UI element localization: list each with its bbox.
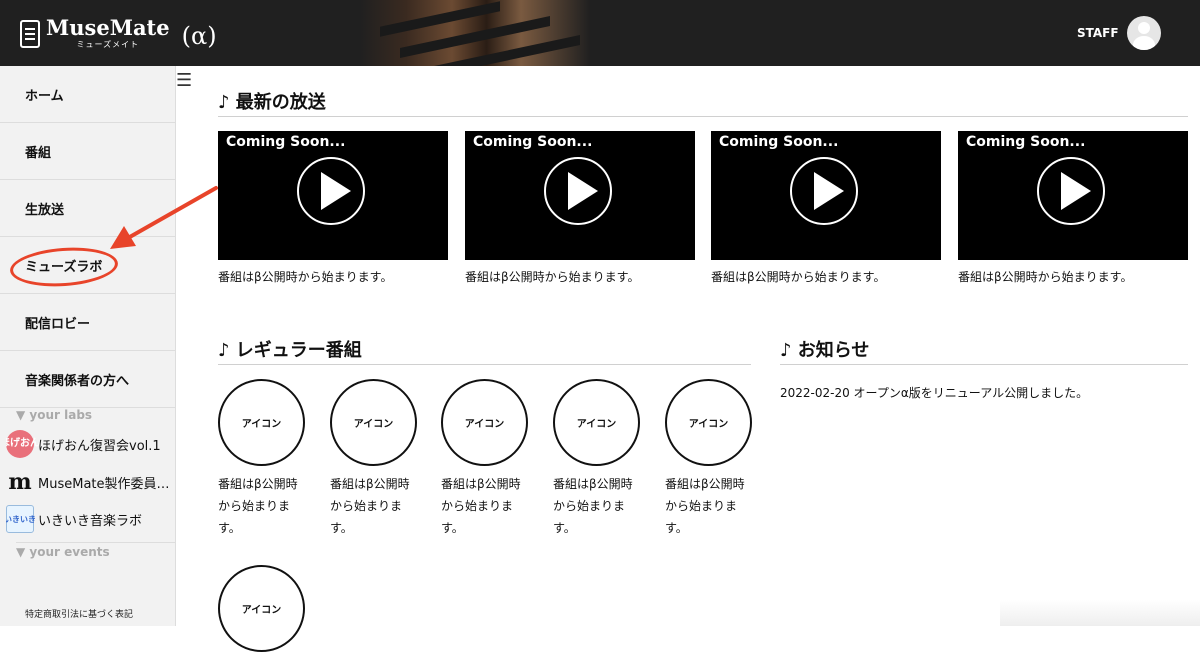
video-caption: 番組はβ公開時から始まります。 <box>218 270 393 284</box>
logo-icon <box>20 20 40 48</box>
logo-text: MuseMate <box>46 15 170 40</box>
program-icon[interactable]: アイコン <box>553 379 640 466</box>
program-icon[interactable]: アイコン <box>441 379 528 466</box>
your-events-heading[interactable]: ▼ your events <box>16 542 175 559</box>
sidebar-item-programs[interactable]: 番組 <box>0 123 175 180</box>
user-avatar-icon[interactable] <box>1127 16 1161 50</box>
sidebar-item-lobby[interactable]: 配信ロビー <box>0 294 175 351</box>
video-title: Coming Soon... <box>966 134 1086 150</box>
your-labs-heading[interactable]: ▼ your labs <box>16 408 92 422</box>
program-icon[interactable]: アイコン <box>218 379 305 466</box>
video-card[interactable]: Coming Soon... <box>218 131 448 260</box>
video-title: Coming Soon... <box>473 134 593 150</box>
regular-programs-title: ♪ レギュラー番組 <box>218 340 362 361</box>
video-caption: 番組はβ公開時から始まります。 <box>465 270 640 284</box>
program-caption: 番組はβ公開時から始まります。 <box>330 477 410 535</box>
program-icon[interactable]: アイコン <box>330 379 417 466</box>
lab-item[interactable]: m MuseMate製作委員… <box>6 467 174 497</box>
program-caption: 番組はβ公開時から始まります。 <box>441 477 521 535</box>
bottom-shade <box>1000 600 1200 626</box>
sidebar: ホーム 番組 生放送 ミューズラボ 配信ロビー 音楽関係者の方へ ▼ your … <box>0 66 176 626</box>
lab-thumbnail: いきいき <box>6 505 36 533</box>
legal-notice-link[interactable]: 特定商取引法に基づく表記 <box>25 607 133 620</box>
lab-label: MuseMate製作委員… <box>38 476 170 492</box>
divider <box>218 116 1188 117</box>
top-header: MuseMate ミューズメイト (α) STAFF <box>0 0 1200 66</box>
divider <box>780 364 1188 365</box>
sidebar-item-music-professionals[interactable]: 音楽関係者の方へ <box>0 351 175 408</box>
play-icon[interactable] <box>297 157 365 225</box>
video-caption: 番組はβ公開時から始まります。 <box>958 270 1133 284</box>
program-caption: 番組はβ公開時から始まります。 <box>553 477 633 535</box>
lab-item[interactable]: ほげおん ほげおん復習会vol.1 <box>6 429 174 459</box>
divider <box>218 364 751 365</box>
alpha-badge: (α) <box>181 22 217 50</box>
news-item[interactable]: 2022-02-20 オープンα版をリニューアル公開しました。 <box>780 384 1088 401</box>
video-card[interactable]: Coming Soon... <box>711 131 941 260</box>
lab-thumbnail: m <box>8 469 32 495</box>
staff-label[interactable]: STAFF <box>1077 26 1119 40</box>
sidebar-item-live[interactable]: 生放送 <box>0 180 175 237</box>
news-title: ♪ お知らせ <box>780 340 870 361</box>
header-piano-image <box>360 0 590 66</box>
logo-subtitle: ミューズメイト <box>76 40 140 49</box>
hamburger-menu-icon[interactable]: ☰ <box>176 70 192 91</box>
program-caption: 番組はβ公開時から始まります。 <box>665 477 745 535</box>
lab-item[interactable]: いきいき いきいき音楽ラボ <box>6 504 174 534</box>
lab-label: いきいき音楽ラボ <box>38 513 143 529</box>
video-card[interactable]: Coming Soon... <box>958 131 1188 260</box>
lab-thumbnail: ほげおん <box>6 430 40 458</box>
program-icon[interactable]: アイコン <box>218 565 305 652</box>
program-caption: 番組はβ公開時から始まります。 <box>218 477 298 535</box>
play-icon[interactable] <box>1037 157 1105 225</box>
video-card[interactable]: Coming Soon... <box>465 131 695 260</box>
play-icon[interactable] <box>790 157 858 225</box>
sidebar-item-home[interactable]: ホーム <box>0 66 175 123</box>
video-title: Coming Soon... <box>719 134 839 150</box>
play-icon[interactable] <box>544 157 612 225</box>
video-title: Coming Soon... <box>226 134 346 150</box>
video-caption: 番組はβ公開時から始まります。 <box>711 270 886 284</box>
program-icon[interactable]: アイコン <box>665 379 752 466</box>
latest-broadcasts-title: ♪ 最新の放送 <box>218 92 326 113</box>
lab-label: ほげおん復習会vol.1 <box>38 438 161 454</box>
musemate-logo[interactable]: MuseMate ミューズメイト (α) <box>20 15 217 50</box>
